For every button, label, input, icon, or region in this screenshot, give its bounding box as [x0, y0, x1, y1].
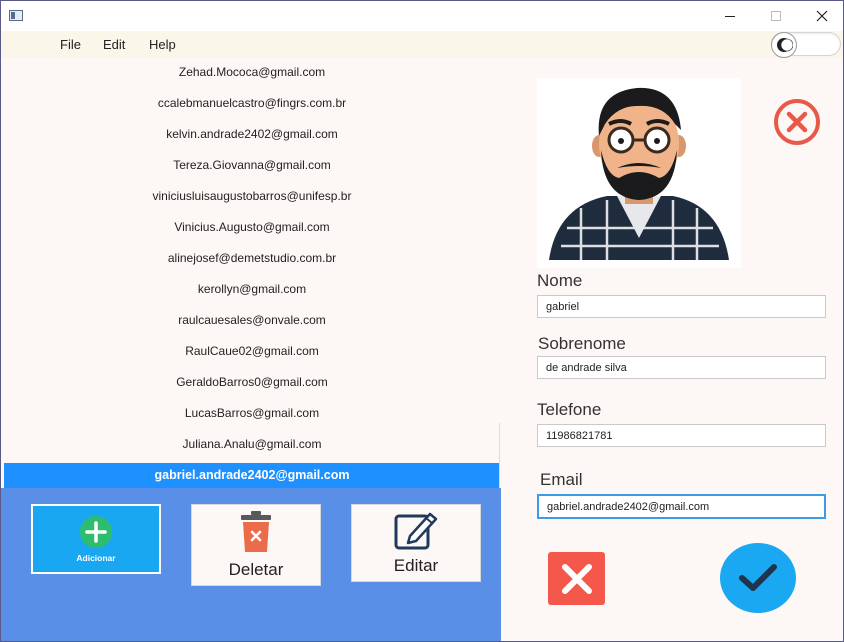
- plus-circle-icon: [80, 516, 112, 548]
- menu-help[interactable]: Help: [149, 37, 176, 52]
- menu-file[interactable]: File: [60, 37, 81, 52]
- actions-panel: Adicionar Deletar Editar: [1, 488, 501, 641]
- app-window: File Edit Help Zehad.Mococa@gmail.com cc…: [0, 0, 844, 642]
- avatar-illustration: [549, 87, 729, 260]
- sobrenome-label: Sobrenome: [538, 334, 626, 353]
- edit-button[interactable]: Editar: [351, 504, 481, 582]
- title-bar: [1, 1, 843, 31]
- email-field[interactable]: [537, 494, 826, 519]
- list-item-selected[interactable]: gabriel.andrade2402@gmail.com: [4, 463, 500, 488]
- cancel-button[interactable]: [548, 552, 605, 605]
- sobrenome-field[interactable]: [537, 356, 826, 379]
- nome-label: Nome: [537, 271, 583, 290]
- list-item[interactable]: raulcauesales@onvale.com: [4, 309, 500, 331]
- list-item[interactable]: ccalebmanuelcastro@fingrs.com.br: [4, 92, 500, 114]
- theme-toggle[interactable]: [771, 32, 841, 58]
- menu-bar: File Edit Help: [1, 31, 843, 58]
- app-icon: [9, 10, 23, 21]
- maximize-button[interactable]: [753, 1, 799, 31]
- list-divider: [499, 423, 500, 488]
- pencil-square-icon: [394, 512, 438, 550]
- check-icon: [739, 564, 777, 591]
- list-item[interactable]: Vinicius.Augusto@gmail.com: [4, 216, 500, 238]
- list-item[interactable]: GeraldoBarros0@gmail.com: [4, 371, 500, 393]
- email-label: Email: [540, 470, 583, 489]
- add-button[interactable]: Adicionar: [31, 504, 161, 574]
- menu-edit[interactable]: Edit: [103, 37, 125, 52]
- list-item[interactable]: kelvin.andrade2402@gmail.com: [4, 123, 500, 145]
- list-item[interactable]: Zehad.Mococa@gmail.com: [4, 61, 500, 83]
- list-item[interactable]: Tereza.Giovanna@gmail.com: [4, 154, 500, 176]
- trash-icon: [241, 511, 271, 552]
- list-item[interactable]: alinejosef@demetstudio.com.br: [4, 247, 500, 269]
- list-item[interactable]: viniciusluisaugustobarros@unifesp.br: [4, 185, 500, 207]
- telefone-field[interactable]: [537, 424, 826, 447]
- email-list: Zehad.Mococa@gmail.com ccalebmanuelcastr…: [1, 58, 501, 488]
- avatar: [537, 78, 741, 268]
- nome-field[interactable]: [537, 295, 826, 318]
- close-window-button[interactable]: [799, 1, 843, 31]
- theme-toggle-knob[interactable]: [771, 32, 797, 58]
- confirm-button[interactable]: [720, 543, 796, 613]
- list-item[interactable]: kerollyn@gmail.com: [4, 278, 500, 300]
- telefone-label: Telefone: [537, 400, 602, 419]
- delete-button[interactable]: Deletar: [191, 504, 321, 586]
- remove-photo-button[interactable]: [773, 98, 821, 146]
- close-icon: [816, 10, 828, 22]
- list-item[interactable]: LucasBarros@gmail.com: [4, 402, 500, 424]
- x-icon: [561, 563, 592, 594]
- list-item[interactable]: RaulCaue02@gmail.com: [4, 340, 500, 362]
- circle-x-icon: [774, 99, 820, 145]
- list-item[interactable]: Juliana.Analu@gmail.com: [4, 433, 500, 455]
- edit-button-label: Editar: [393, 556, 439, 575]
- delete-button-label: Deletar: [228, 560, 284, 579]
- add-button-label: Adicionar: [76, 553, 116, 563]
- minimize-button[interactable]: [707, 1, 753, 31]
- moon-icon: [777, 38, 793, 52]
